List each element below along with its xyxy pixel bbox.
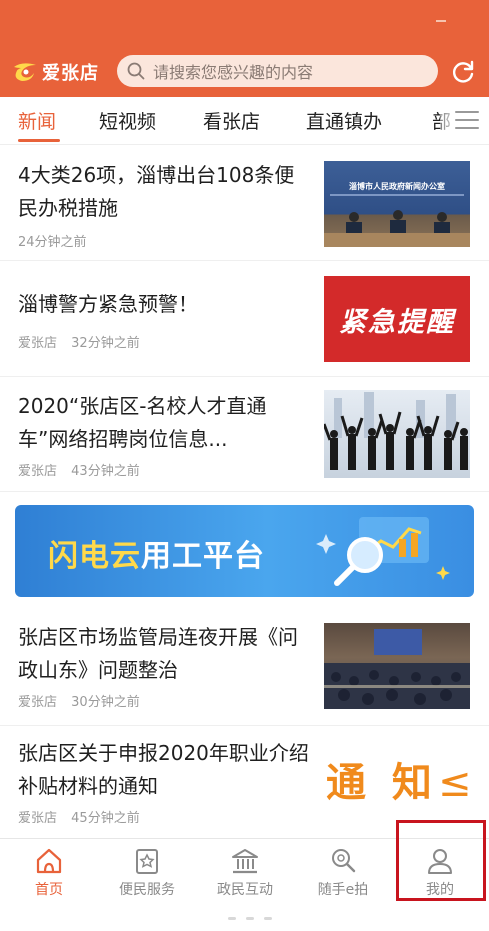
- banner-title-yellow: 闪电云: [48, 539, 141, 574]
- magnifier-chart-icon: [316, 517, 450, 586]
- banner-title-white: 用工平台: [141, 539, 265, 574]
- news-time: 32分钟之前: [71, 336, 140, 351]
- app-name: 爱张店: [42, 63, 99, 84]
- recruitment-banner[interactable]: 闪电云用工平台: [15, 505, 474, 597]
- tab-menu-icon[interactable]: [455, 111, 479, 129]
- highlight-box: [396, 820, 486, 901]
- news-title: 淄博警方紧急预警！: [18, 292, 198, 316]
- news-meta: 24分钟之前: [18, 231, 87, 250]
- news-source: 爱张店: [18, 695, 58, 710]
- tab-news[interactable]: 新闻: [18, 107, 56, 134]
- logo-icon: [12, 61, 38, 83]
- tab-see-zhangdian[interactable]: 看张店: [203, 107, 260, 134]
- news-title: 2020“张店区-名校人才直通车”网络招聘岗位信息...: [18, 394, 267, 451]
- news-thumbnail: [324, 390, 470, 478]
- government-building-icon: [230, 847, 260, 875]
- search-icon: [127, 62, 145, 80]
- status-bar-mark: [436, 20, 446, 22]
- camera-search-icon: [328, 847, 358, 875]
- thumbnail-text: 通 知: [326, 760, 438, 806]
- home-icon: [34, 847, 64, 875]
- news-source: 爱张店: [18, 336, 58, 351]
- thumbnail-caption: 淄博市人民政府新闻办公室: [349, 182, 445, 191]
- app-header: 爱张店 请搜索您感兴趣的内容: [0, 0, 489, 97]
- news-thumbnail: [324, 623, 470, 709]
- news-item[interactable]: 淄博警方紧急预警！ 爱张店 32分钟之前 紧急提醒: [0, 262, 489, 377]
- news-thumbnail: 紧急提醒: [324, 276, 470, 362]
- nav-label: 便民服务: [119, 882, 175, 898]
- news-time: 24分钟之前: [18, 235, 87, 250]
- nav-snapshot[interactable]: 随手e拍: [294, 847, 392, 899]
- news-source: 爱张店: [18, 464, 58, 479]
- banner-title: 闪电云用工平台: [48, 531, 265, 575]
- news-source: 爱张店: [18, 811, 58, 826]
- thumbnail-text: 紧急提醒: [339, 306, 455, 338]
- tab-short-video[interactable]: 短视频: [99, 107, 156, 134]
- notice-mark: ≤: [437, 760, 472, 806]
- search-input[interactable]: 请搜索您感兴趣的内容: [117, 55, 438, 87]
- nav-interaction[interactable]: 政民互动: [196, 847, 294, 899]
- active-tab-indicator: [18, 139, 60, 142]
- nav-label: 政民互动: [217, 882, 273, 898]
- news-title: 4大类26项，淄博出台108条便民办税措施: [18, 163, 295, 220]
- nav-label: 随手e拍: [317, 882, 369, 898]
- nav-label: 首页: [35, 882, 63, 898]
- star-book-icon: [132, 847, 162, 875]
- home-indicator: [228, 917, 288, 920]
- app-logo[interactable]: 爱张店: [12, 58, 99, 86]
- news-meta: 爱张店 45分钟之前: [18, 807, 140, 826]
- news-item[interactable]: 张店区市场监管局连夜开展《问政山东》问题整治 爱张店 30分钟之前: [0, 611, 489, 726]
- category-tabs: 新闻 短视频 看张店 直通镇办 部: [0, 97, 489, 145]
- news-meta: 爱张店 32分钟之前: [18, 332, 140, 351]
- notice-thumbnail: 通 知≤: [326, 750, 476, 806]
- news-item[interactable]: 2020“张店区-名校人才直通车”网络招聘岗位信息... 爱张店 43分钟之前: [0, 378, 489, 492]
- news-item[interactable]: 4大类26项，淄博出台108条便民办税措施 24分钟之前 淄博市人民政府新闻办公…: [0, 147, 489, 261]
- news-meta: 爱张店 30分钟之前: [18, 691, 140, 710]
- news-title: 张店区关于申报2020年职业介绍补贴材料的通知: [18, 741, 309, 798]
- search-placeholder: 请搜索您感兴趣的内容: [153, 63, 314, 82]
- news-thumbnail: 淄博市人民政府新闻办公室: [324, 161, 470, 247]
- nav-services[interactable]: 便民服务: [98, 847, 196, 899]
- tab-town-office[interactable]: 直通镇办: [306, 107, 382, 134]
- news-time: 30分钟之前: [71, 695, 140, 710]
- news-time: 45分钟之前: [71, 811, 140, 826]
- nav-home[interactable]: 首页: [0, 847, 98, 899]
- news-time: 43分钟之前: [71, 464, 140, 479]
- refresh-icon[interactable]: [450, 59, 476, 85]
- news-meta: 爱张店 43分钟之前: [18, 460, 140, 479]
- news-title: 张店区市场监管局连夜开展《问政山东》问题整治: [18, 625, 298, 682]
